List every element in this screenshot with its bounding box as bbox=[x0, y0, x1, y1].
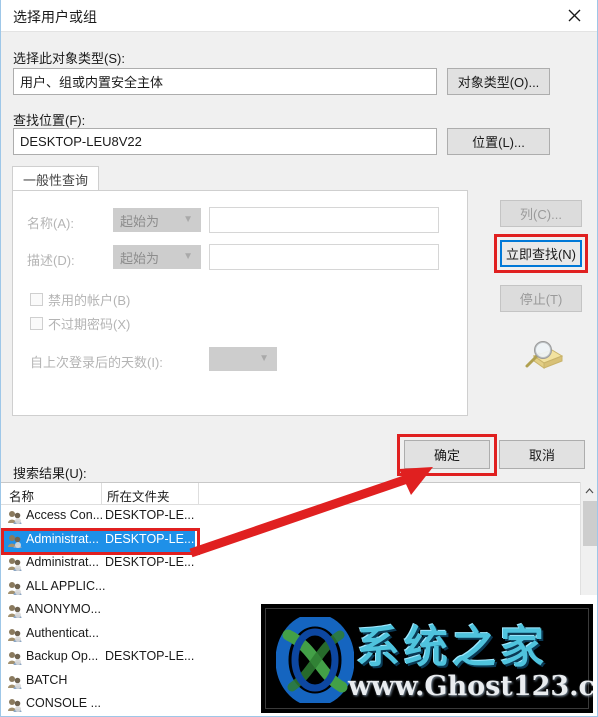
row-folder-cell: DESKTOP-LE... bbox=[105, 508, 195, 522]
row-name-cell: CONSOLE ... bbox=[26, 696, 102, 710]
listview-scrollbar[interactable] bbox=[580, 482, 597, 595]
find-now-button[interactable]: 立即查找(N) bbox=[500, 240, 582, 267]
user-group-icon bbox=[8, 675, 22, 689]
user-group-icon bbox=[7, 697, 23, 713]
row-name-cell: Access Con... bbox=[26, 508, 104, 522]
user-group-icon bbox=[8, 628, 22, 642]
scroll-up-button[interactable] bbox=[581, 482, 597, 499]
user-group-icon bbox=[7, 533, 23, 549]
row-folder-cell: DESKTOP-LE... bbox=[105, 649, 195, 663]
description-label: 描述(D): bbox=[27, 253, 75, 268]
title-bar: 选择用户或组 bbox=[1, 0, 597, 32]
table-row[interactable]: Administrat... DESKTOP-LE... bbox=[1, 528, 597, 553]
row-name-cell: BATCH bbox=[26, 672, 68, 687]
row-folder-cell: DESKTOP-LE... bbox=[105, 555, 195, 569]
chevron-down-icon: ▼ bbox=[259, 353, 269, 364]
row-name-cell: ANONYMO... bbox=[26, 602, 102, 616]
row-name-cell: ALL APPLIC... bbox=[26, 578, 106, 593]
chevron-down-icon: ▼ bbox=[183, 214, 193, 225]
name-operator-value: 起始为 bbox=[120, 213, 160, 229]
general-query-panel: 名称(A): 起始为 ▼ 描述(D): 起始为 ▼ 禁用的帐户(B) 不过期密码… bbox=[12, 190, 468, 416]
disabled-accounts-checkbox[interactable]: 禁用的帐户(B) bbox=[30, 290, 130, 309]
name-value-input[interactable] bbox=[209, 207, 439, 233]
description-operator-select[interactable]: 起始为 ▼ bbox=[113, 245, 201, 269]
days-since-logon-select[interactable]: ▼ bbox=[209, 347, 277, 371]
tab-general-query[interactable]: 一般性查询 bbox=[12, 166, 100, 191]
user-group-icon bbox=[7, 509, 23, 525]
user-group-icon bbox=[7, 650, 23, 666]
object-types-button[interactable]: 对象类型(O)... bbox=[447, 68, 550, 95]
location-label: 查找位置(F): bbox=[13, 113, 86, 128]
locations-button[interactable]: 位置(L)... bbox=[447, 128, 550, 155]
scrollbar-thumb[interactable] bbox=[583, 501, 597, 546]
close-button[interactable] bbox=[551, 0, 597, 31]
name-label: 名称(A): bbox=[27, 216, 74, 231]
user-group-icon bbox=[7, 580, 23, 596]
table-row[interactable]: Administrat... DESKTOP-LE... bbox=[1, 552, 597, 576]
user-group-icon bbox=[8, 581, 22, 595]
column-divider[interactable] bbox=[101, 483, 102, 505]
stop-button[interactable]: 停止(T) bbox=[500, 285, 582, 312]
non-expiring-password-label: 不过期密码(X) bbox=[48, 317, 131, 332]
user-group-icon bbox=[8, 652, 22, 665]
search-results-label: 搜索结果(U): bbox=[13, 466, 87, 481]
close-icon bbox=[568, 9, 580, 22]
description-operator-value: 起始为 bbox=[120, 250, 160, 266]
description-value-input[interactable] bbox=[209, 244, 439, 270]
checkbox-icon bbox=[30, 293, 43, 306]
table-row[interactable]: Access Con... DESKTOP-LE... bbox=[1, 505, 597, 529]
days-since-logon-label: 自上次登录后的天数(I): bbox=[30, 355, 163, 370]
row-name-cell: Backup Op... bbox=[26, 649, 99, 663]
checkbox-icon bbox=[30, 317, 43, 330]
object-type-input[interactable]: 用户、组或内置安全主体 bbox=[13, 68, 437, 95]
watermark-brand: 系统之家 bbox=[356, 622, 548, 673]
tab-strip: 一般性查询 bbox=[12, 166, 468, 191]
user-group-icon bbox=[8, 699, 22, 712]
user-group-icon bbox=[7, 603, 23, 619]
watermark-logo: 系统之家 www.Ghost123.com bbox=[259, 602, 595, 715]
object-type-label: 选择此对象类型(S): bbox=[13, 51, 125, 66]
user-group-icon bbox=[8, 558, 22, 571]
watermark-inner: 系统之家 www.Ghost123.com bbox=[265, 608, 593, 709]
user-group-icon bbox=[7, 556, 23, 572]
magnifier-folder-icon bbox=[522, 340, 564, 374]
user-group-icon bbox=[8, 511, 22, 524]
disabled-accounts-label: 禁用的帐户(B) bbox=[48, 293, 131, 308]
row-name-cell: Authenticat... bbox=[26, 625, 99, 640]
user-group-icon bbox=[7, 674, 23, 690]
name-operator-select[interactable]: 起始为 ▼ bbox=[113, 208, 201, 232]
user-group-icon bbox=[8, 605, 22, 618]
ghost123-logo-icon bbox=[276, 617, 354, 703]
select-users-or-groups-dialog: 选择用户或组 选择此对象类型(S): 用户、组或内置安全主体 对象类型(O)..… bbox=[0, 0, 598, 717]
user-group-icon bbox=[7, 627, 23, 643]
window-title: 选择用户或组 bbox=[13, 9, 97, 25]
columns-button[interactable]: 列(C)... bbox=[500, 200, 582, 227]
column-header-folder[interactable]: 所在文件夹 bbox=[107, 486, 170, 505]
non-expiring-password-checkbox[interactable]: 不过期密码(X) bbox=[30, 314, 130, 333]
watermark-url: www.Ghost123.com bbox=[348, 671, 595, 702]
chevron-up-icon bbox=[585, 487, 594, 493]
location-input[interactable]: DESKTOP-LEU8V22 bbox=[13, 128, 437, 155]
row-name-cell: Administrat... bbox=[26, 555, 99, 569]
table-row[interactable]: ALL APPLIC... bbox=[1, 576, 597, 600]
ok-button[interactable]: 确定 bbox=[404, 440, 490, 469]
column-header-name[interactable]: 名称 bbox=[9, 486, 34, 505]
row-folder-cell: DESKTOP-LE... bbox=[105, 531, 195, 546]
chevron-down-icon: ▼ bbox=[183, 251, 193, 262]
list-column-header: 名称 所在文件夹 bbox=[1, 483, 597, 505]
user-group-icon bbox=[8, 534, 22, 548]
column-divider[interactable] bbox=[198, 483, 199, 505]
row-name-cell: Administrat... bbox=[26, 531, 99, 546]
cancel-button[interactable]: 取消 bbox=[499, 440, 585, 469]
